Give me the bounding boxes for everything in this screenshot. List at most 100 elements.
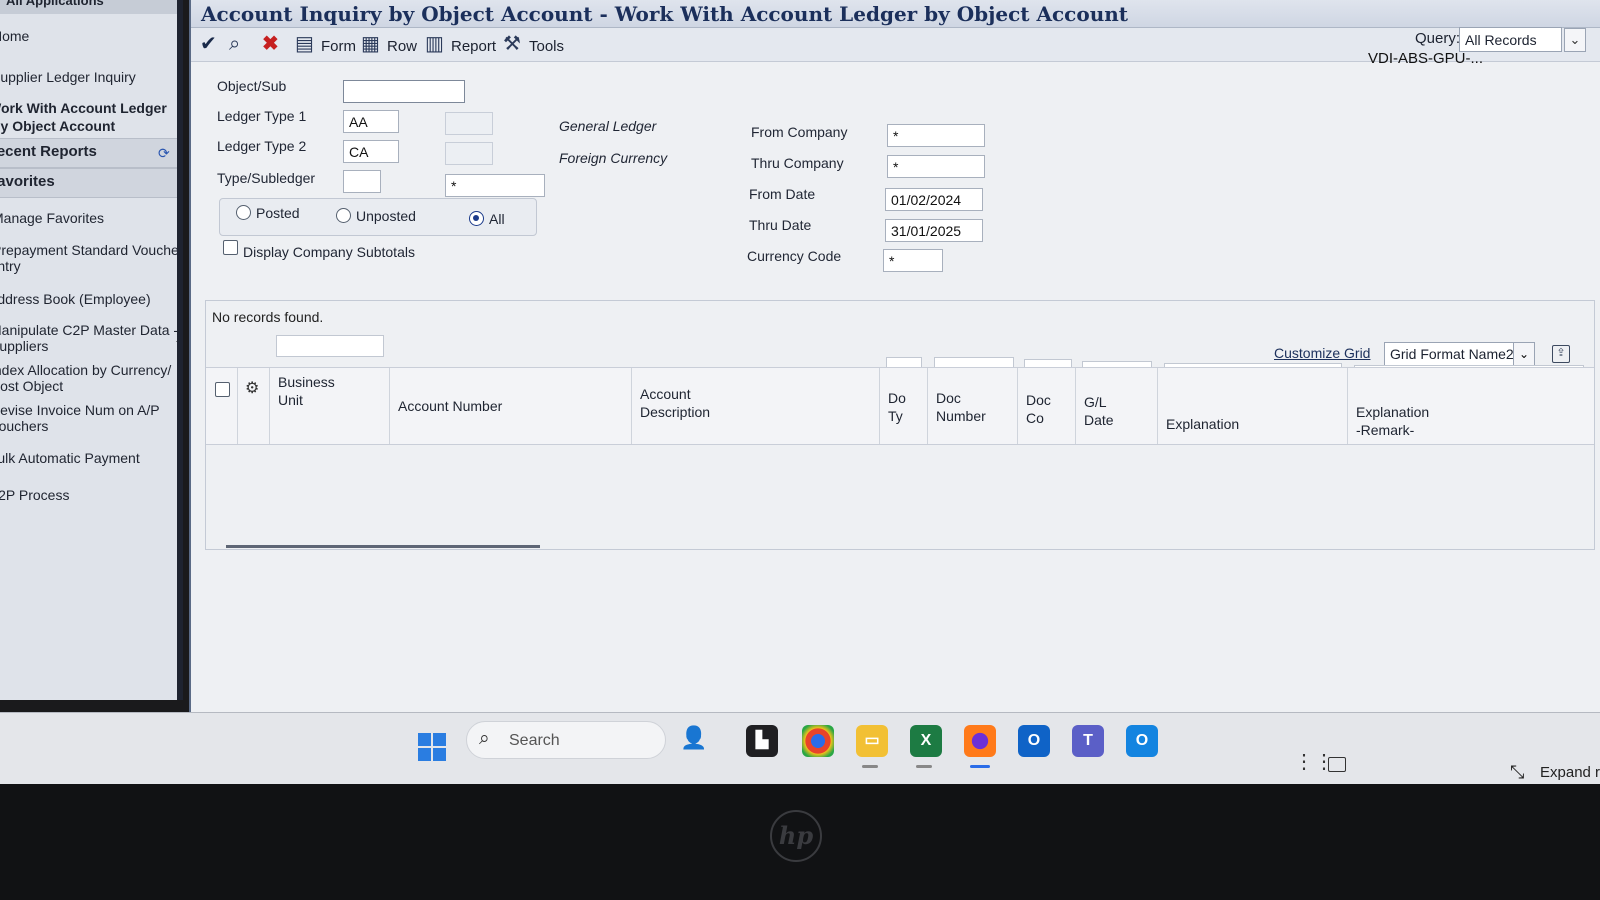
col-label-line1: Do: [888, 390, 906, 406]
from-date-label: From Date: [749, 186, 816, 202]
sidebar-item-supplier-ledger-inquiry[interactable]: Supplier Ledger Inquiry: [0, 69, 136, 86]
favorite-item[interactable]: Prepayment Standard Voucher: [0, 242, 177, 259]
grid-format-select[interactable]: Grid Format Name2: [1384, 342, 1514, 366]
col-doc-co[interactable]: Doc Co: [1018, 368, 1076, 444]
recent-reports-heading[interactable]: Recent Reports: [0, 143, 97, 160]
col-business-unit[interactable]: Business Unit: [270, 368, 390, 444]
file-explorer-icon[interactable]: ▭: [856, 725, 888, 757]
chevron-down-icon[interactable]: ⌄: [1564, 28, 1586, 52]
taskbar-search[interactable]: ⌕ Search: [466, 721, 666, 759]
currency-code-input[interactable]: *: [883, 249, 943, 272]
sidebar-item-home[interactable]: Home: [0, 28, 29, 45]
object-sub-input[interactable]: [343, 80, 465, 103]
col-account-number[interactable]: Account Number: [390, 368, 632, 444]
horizontal-scrollbar[interactable]: [226, 545, 540, 548]
widget-people-icon[interactable]: 👤: [680, 725, 707, 751]
favorite-item[interactable]: Vouchers: [0, 418, 48, 435]
from-date-input[interactable]: 01/02/2024: [885, 188, 983, 211]
favorites-band[interactable]: Favorites: [0, 168, 177, 198]
from-company-input[interactable]: *: [887, 124, 985, 147]
radio-posted-label[interactable]: Posted: [256, 205, 300, 221]
ledger-type1-input[interactable]: AA: [343, 110, 399, 133]
posting-status-radio-group: Posted Unposted All: [219, 198, 537, 236]
favorite-item[interactable]: Address Book (Employee): [0, 291, 151, 308]
customize-grid-link[interactable]: Customize Grid: [1274, 345, 1370, 361]
report-menu[interactable]: Report: [451, 38, 496, 55]
radio-unposted[interactable]: [336, 208, 351, 223]
sidebar-item-by-object-account[interactable]: by Object Account: [0, 118, 115, 135]
radio-all-label[interactable]: All: [489, 211, 505, 227]
favorites-heading[interactable]: Favorites: [0, 173, 55, 190]
expand-button[interactable]: Expand r: [1540, 764, 1600, 781]
chevron-down-icon[interactable]: ⌄: [1513, 342, 1535, 366]
thru-company-input[interactable]: *: [887, 155, 985, 178]
select-all-checkbox[interactable]: [215, 382, 230, 397]
col-label-line2: Date: [1084, 412, 1114, 428]
find-icon[interactable]: ⌕: [229, 32, 240, 56]
form-menu[interactable]: Form: [321, 38, 356, 55]
query-select[interactable]: All Records: [1459, 27, 1562, 52]
vdi-session-label[interactable]: VDI-ABS-GPU-...: [1368, 50, 1483, 67]
col-doc-number[interactable]: Doc Number: [928, 368, 1018, 444]
col-explanation[interactable]: Explanation: [1158, 368, 1348, 444]
ledger-type2-label: Ledger Type 2: [217, 138, 307, 154]
favorite-item[interactable]: Manage Favorites: [0, 210, 104, 227]
col-label-line2: Number: [936, 408, 986, 424]
col-doc-type[interactable]: Do Ty: [880, 368, 928, 444]
radio-unposted-label[interactable]: Unposted: [356, 208, 416, 224]
close-icon[interactable]: ✖: [262, 32, 279, 56]
sidebar-header-band: All Applications: [0, 0, 177, 14]
favorite-item[interactable]: Entry: [0, 258, 21, 275]
favorite-item[interactable]: Index Allocation by Currency/: [0, 362, 171, 379]
type-input[interactable]: [343, 170, 381, 193]
export-icon[interactable]: ⇪: [1552, 345, 1570, 363]
ledger-type2-input[interactable]: CA: [343, 140, 399, 163]
running-indicator: [862, 765, 878, 768]
favorite-item[interactable]: C2P Process: [0, 487, 69, 504]
currency-code-label: Currency Code: [747, 248, 842, 264]
qbe-business-unit[interactable]: [276, 335, 384, 357]
radio-all[interactable]: [469, 211, 484, 226]
running-indicator: [916, 765, 932, 768]
col-explanation-remark[interactable]: Explanation -Remark-: [1348, 368, 1596, 444]
col-account-description[interactable]: Account Description: [632, 368, 880, 444]
row-menu[interactable]: Row: [387, 38, 417, 55]
subledger-input[interactable]: *: [445, 174, 545, 197]
radio-posted[interactable]: [236, 205, 251, 220]
grid-column-header: ⚙ Business Unit Account Number Account D…: [206, 367, 1594, 445]
sidebar-item-work-with-account-ledger[interactable]: Work With Account Ledger: [0, 100, 167, 117]
favorite-item[interactable]: Cost Object: [0, 378, 63, 395]
favorite-item[interactable]: Bulk Automatic Payment: [0, 450, 140, 467]
ok-check-icon[interactable]: ✔: [200, 32, 217, 56]
excel-icon[interactable]: X: [910, 725, 942, 757]
outlook-new-icon[interactable]: O: [1126, 725, 1158, 757]
favorite-item[interactable]: Suppliers: [0, 338, 48, 355]
col-label-line2: Ty: [888, 408, 903, 424]
teams-icon[interactable]: T: [1072, 725, 1104, 757]
firefox-icon[interactable]: [964, 725, 996, 757]
recent-reports-band[interactable]: Recent Reports ⟳: [0, 138, 177, 168]
results-grid: No records found. Customize Grid Grid Fo…: [205, 300, 1595, 550]
navigator-sidebar: All Applications Home Supplier Ledger In…: [0, 0, 183, 700]
expand-icon[interactable]: ⤡: [1510, 762, 1524, 783]
display-company-subtotals-checkbox[interactable]: [223, 240, 238, 255]
task-view-icon[interactable]: ▙: [746, 725, 778, 757]
col-gl-date[interactable]: G/L Date: [1076, 368, 1158, 444]
tools-menu[interactable]: Tools: [529, 38, 564, 55]
title-bar: Account Inquiry by Object Account - Work…: [191, 0, 1600, 28]
foreign-currency-label: Foreign Currency: [559, 150, 668, 166]
thru-date-input[interactable]: 31/01/2025: [885, 219, 983, 242]
application-window: Account Inquiry by Object Account - Work…: [189, 0, 1600, 712]
display-company-subtotals-label[interactable]: Display Company Subtotals: [243, 244, 415, 260]
favorite-item[interactable]: Revise Invoice Num on A/P: [0, 402, 160, 419]
collapse-arrow-icon[interactable]: ◀: [176, 336, 177, 347]
chrome-icon[interactable]: [802, 725, 834, 757]
outlook-icon[interactable]: O: [1018, 725, 1050, 757]
row-exit-icon[interactable]: ⚙: [245, 378, 259, 398]
refresh-icon[interactable]: ⟳: [158, 145, 170, 162]
window-icon[interactable]: [1328, 757, 1346, 772]
tools-icon: ⚒: [503, 33, 521, 55]
favorite-item[interactable]: Manipulate C2P Master Data -: [0, 322, 177, 339]
grid-status-message: No records found.: [212, 309, 324, 325]
windows-start-icon[interactable]: [418, 733, 446, 761]
